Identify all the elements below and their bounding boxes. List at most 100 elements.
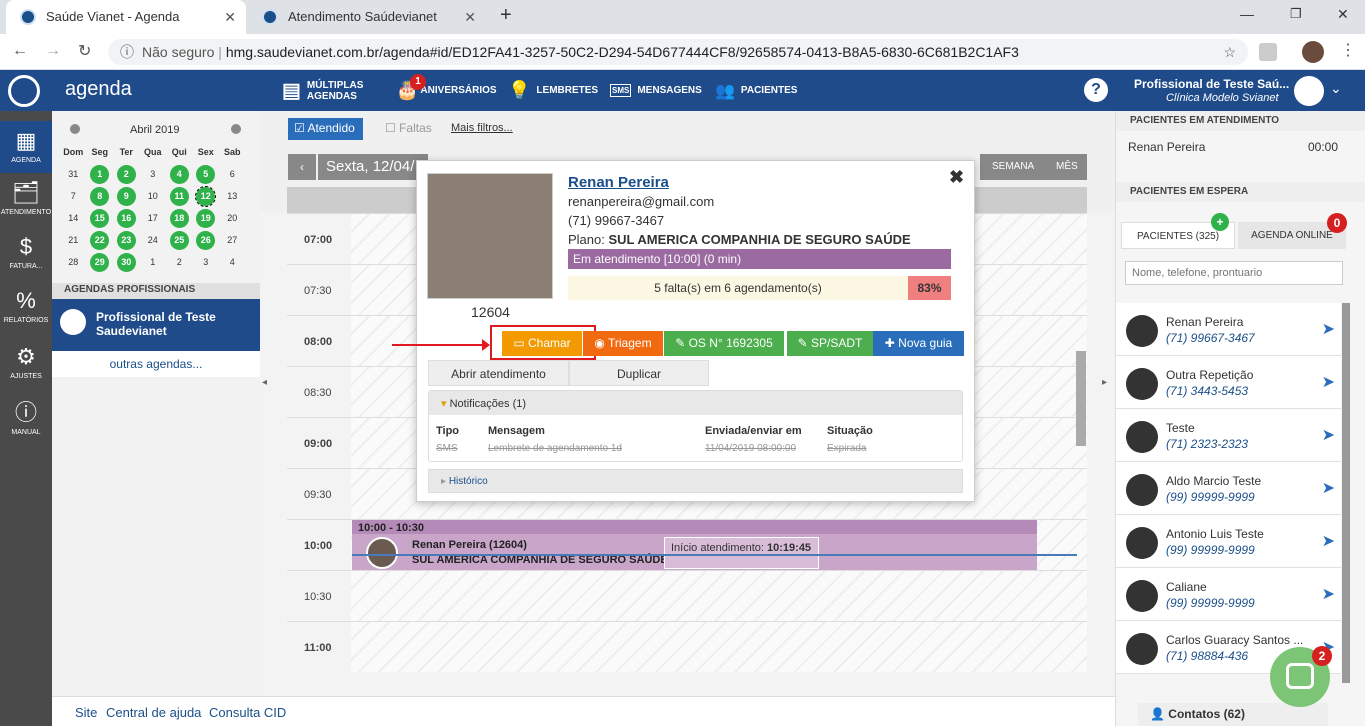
calendar-day[interactable]: 8: [90, 186, 110, 206]
extension-icon[interactable]: [1259, 43, 1277, 61]
calendar-day[interactable]: 14: [64, 209, 83, 228]
os-button[interactable]: ✎ OS N° 1692305: [664, 331, 784, 356]
calendar-day[interactable]: 23: [116, 230, 136, 250]
leftnav-ajustes[interactable]: ⚙ AJUSTES: [0, 343, 52, 380]
calendar-day[interactable]: 3: [196, 253, 215, 272]
calendar-day[interactable]: 2: [170, 253, 189, 272]
outras-agendas-link[interactable]: outras agendas...: [52, 351, 260, 377]
calendar-day[interactable]: 27: [223, 231, 242, 250]
calendar-day[interactable]: 1: [90, 164, 110, 184]
window-close-button[interactable]: ✕: [1337, 6, 1349, 23]
calendar-day[interactable]: 7: [64, 187, 83, 206]
calendar-day[interactable]: 13: [223, 187, 242, 206]
calendar-day[interactable]: 31: [64, 165, 83, 184]
calendar-day[interactable]: 15: [90, 208, 110, 228]
nav-mensagens[interactable]: SMS MENSAGENS: [610, 70, 702, 111]
calendar-day[interactable]: 18: [169, 208, 189, 228]
collapse-right-icon[interactable]: ▸: [1102, 377, 1107, 388]
triagem-button[interactable]: ◉ Triagem: [583, 331, 663, 356]
mais-filtros-link[interactable]: Mais filtros...: [451, 122, 513, 134]
patient-list-item[interactable]: Teste (71) 2323-2323 ➤: [1116, 409, 1341, 462]
url-input[interactable]: ⓘ Não seguro | hmg.saudevianet.com.br/ag…: [108, 39, 1248, 65]
star-icon[interactable]: ☆: [1223, 39, 1236, 65]
footer-cid[interactable]: Consulta CID: [209, 705, 286, 720]
help-icon[interactable]: ?: [1084, 78, 1108, 102]
notifications-toggle[interactable]: ▾ Notificações (1): [429, 391, 962, 415]
leftnav-agenda[interactable]: ▦ AGENDA: [0, 121, 52, 173]
back-icon[interactable]: ←: [12, 42, 28, 60]
calendar-day[interactable]: 9: [116, 186, 136, 206]
send-icon[interactable]: ➤: [1322, 478, 1335, 498]
footer-site[interactable]: Site: [75, 705, 97, 720]
calendar-day[interactable]: 3: [143, 165, 162, 184]
calendar-day[interactable]: 19: [196, 208, 216, 228]
patient-list-item[interactable]: Aldo Marcio Teste (99) 99999-9999 ➤: [1116, 462, 1341, 515]
nav-lembretes[interactable]: 💡 LEMBRETES: [508, 70, 598, 111]
calendar-day[interactable]: 22: [90, 230, 110, 250]
footer-ajuda[interactable]: Central de ajuda: [106, 705, 201, 720]
nav-aniversarios[interactable]: 🎂 1 ANIVERSÁRIOS: [396, 70, 497, 111]
calendar-day[interactable]: 21: [64, 231, 83, 250]
patient-list-item[interactable]: Caliane (99) 99999-9999 ➤: [1116, 568, 1341, 621]
prev-month-button[interactable]: [70, 124, 80, 134]
calendar-day[interactable]: 30: [116, 252, 136, 272]
patient-list-item[interactable]: Outra Repetição (71) 3443-5453 ➤: [1116, 356, 1341, 409]
forward-icon[interactable]: →: [45, 42, 61, 60]
calendar-day[interactable]: 10: [143, 187, 162, 206]
next-month-button[interactable]: [231, 124, 241, 134]
sp-sadt-button[interactable]: ✎ SP/SADT: [787, 331, 873, 356]
send-icon[interactable]: ➤: [1322, 584, 1335, 604]
user-avatar[interactable]: [1294, 76, 1324, 106]
chevron-down-icon[interactable]: ⌄: [1330, 80, 1342, 97]
add-patient-button[interactable]: +: [1211, 213, 1229, 231]
close-icon[interactable]: ✕: [464, 0, 476, 34]
send-icon[interactable]: ➤: [1322, 372, 1335, 392]
calendar-day[interactable]: 6: [223, 165, 242, 184]
calendar-day[interactable]: 28: [64, 253, 83, 272]
semana-button[interactable]: SEMANA: [992, 154, 1034, 180]
calendar-day[interactable]: 20: [223, 209, 242, 228]
atend-patient[interactable]: Renan Pereira: [1128, 140, 1205, 154]
calendar-day[interactable]: 26: [196, 230, 216, 250]
abrir-atendimento-button[interactable]: Abrir atendimento: [428, 360, 569, 386]
calendar-day[interactable]: 4: [223, 253, 242, 272]
calendar-day[interactable]: 11: [169, 186, 189, 206]
calendar-day[interactable]: 17: [143, 209, 162, 228]
leftnav-manual[interactable]: ⓘ MANUAL: [0, 399, 52, 436]
time-slot[interactable]: 11:00: [287, 621, 1087, 672]
list-scrollbar[interactable]: [1342, 303, 1350, 683]
mes-button[interactable]: MÊS: [1056, 154, 1078, 180]
nav-pacientes[interactable]: 👥 PACIENTES: [715, 70, 797, 111]
reload-icon[interactable]: ↻: [78, 41, 91, 61]
prof-item[interactable]: Profissional de Teste Saudevianet: [52, 299, 260, 351]
duplicar-button[interactable]: Duplicar: [569, 360, 709, 386]
patient-search-input[interactable]: [1125, 261, 1343, 285]
calendar-day[interactable]: 24: [143, 231, 162, 250]
calendar-day[interactable]: 12: [195, 185, 217, 207]
atendido-filter[interactable]: ☑ Atendido: [288, 118, 363, 140]
calendar-day[interactable]: 5: [196, 164, 216, 184]
appointment-block[interactable]: 10:00 - 10:30 Renan Pereira (12604) SUL …: [352, 520, 1037, 570]
faltas-filter[interactable]: ☐ Faltas: [385, 121, 432, 135]
nova-guia-button[interactable]: ✚ Nova guia: [873, 331, 964, 356]
user-name[interactable]: Profissional de Teste Saú...: [1134, 77, 1289, 91]
maximize-button[interactable]: ❐: [1290, 6, 1302, 22]
send-icon[interactable]: ➤: [1322, 425, 1335, 445]
new-tab-button[interactable]: +: [500, 4, 512, 27]
profile-avatar[interactable]: [1302, 41, 1324, 63]
calendar-day[interactable]: 29: [90, 252, 110, 272]
calendar-day[interactable]: 2: [116, 164, 136, 184]
calendar-day[interactable]: 4: [169, 164, 189, 184]
patient-name-link[interactable]: Renan Pereira: [568, 174, 669, 191]
calendar-day[interactable]: 16: [116, 208, 136, 228]
patient-list-item[interactable]: Antonio Luis Teste (99) 99999-9999 ➤: [1116, 515, 1341, 568]
browser-tab-agenda[interactable]: Saúde Vianet - Agenda ✕: [6, 0, 246, 34]
close-icon[interactable]: ✕: [224, 0, 236, 34]
minimize-button[interactable]: —: [1240, 6, 1254, 22]
send-icon[interactable]: ➤: [1322, 319, 1335, 339]
historico-toggle[interactable]: ▸ Histórico: [428, 469, 963, 493]
time-slot[interactable]: 10:30: [287, 570, 1087, 621]
browser-tab-atendimento[interactable]: Atendimento Saúdevianet ✕: [248, 0, 486, 34]
prev-day-button[interactable]: ‹: [288, 154, 316, 180]
collapse-left-icon[interactable]: ◂: [262, 377, 267, 388]
